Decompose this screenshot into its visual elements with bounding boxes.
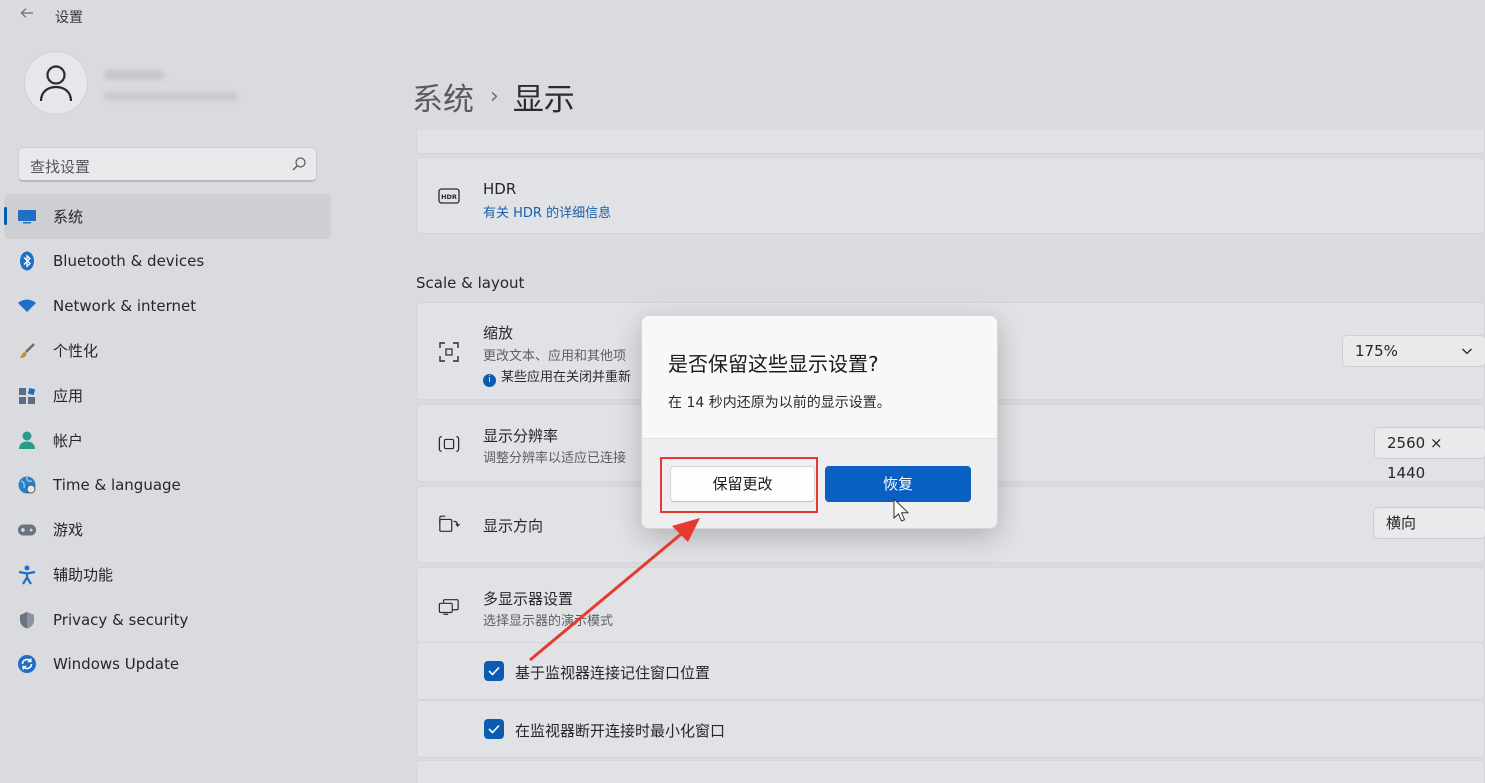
sidebar-item-label: Windows Update [53,655,180,674]
scale-title: 缩放 [483,324,514,342]
minimize-window-row: 在监视器断开连接时最小化窗口 [416,700,1485,758]
scale-icon [438,341,460,363]
resolution-description: 调整分辨率以适应已连接 [483,451,627,466]
hdr-title: HDR [483,180,517,198]
svg-text:HDR: HDR [441,193,457,201]
minimize-window-label: 在监视器断开连接时最小化窗口 [515,722,726,740]
resolution-dropdown[interactable]: 2560 × 1440 [1374,427,1485,482]
multi-display-description: 选择显示器的演示模式 [483,614,614,629]
avatar[interactable] [24,51,88,115]
brush-icon [17,341,37,361]
scale-value: 175% [1355,342,1398,360]
annotation-highlight-box [660,457,818,513]
card-partial-bottom [416,760,1485,783]
breadcrumb: 系统 › 显示 [412,74,575,119]
settings-window: 设置 查找设置 系统 Bluetooth & devices Network &… [0,0,1485,783]
display-icon [17,206,37,226]
sidebar-item-label: 系统 [53,207,84,226]
accessibility-icon [17,565,37,585]
bluetooth-icon [17,251,37,271]
sidebar-item-bluetooth[interactable]: Bluetooth & devices [4,239,331,284]
sidebar-item-accessibility[interactable]: 辅助功能 [4,552,331,597]
hdr-icon: HDR [438,185,460,207]
resolution-icon [438,433,460,455]
resolution-title: 显示分辨率 [483,427,559,445]
multi-display-title: 多显示器设置 [483,590,574,608]
sidebar-item-apps[interactable]: 应用 [4,373,331,418]
person-icon [17,430,37,450]
sidebar-item-label: Bluetooth & devices [53,252,205,271]
shield-icon [17,610,37,630]
breadcrumb-parent[interactable]: 系统 [412,74,474,119]
breadcrumb-separator: › [490,84,499,109]
sidebar-item-personalization[interactable]: 个性化 [4,328,331,373]
orientation-title: 显示方向 [483,517,544,535]
apps-icon [17,386,37,406]
sidebar-item-label: Privacy & security [53,610,189,629]
sidebar-item-gaming[interactable]: 游戏 [4,508,331,553]
search-icon [292,157,306,171]
scale-dropdown[interactable]: 175% [1342,335,1485,367]
multi-display-icon [438,596,460,618]
scale-description: 更改文本、应用和其他项 [483,349,627,364]
sidebar-item-accounts[interactable]: 帐户 [4,418,331,463]
profile-name-blurred [104,70,164,80]
search-input[interactable]: 查找设置 [18,147,317,182]
gamepad-icon [17,520,37,540]
title-bar: 设置 [0,0,1485,32]
sidebar-item-system[interactable]: 系统 [4,194,331,239]
section-heading: Scale & layout [416,274,525,292]
scale-info-note: i 某些应用在关闭并重新 [483,366,631,387]
sidebar-item-label: Time & language [53,476,181,495]
dialog-message: 在 14 秒内还原为以前的显示设置。 [668,395,891,411]
search-placeholder: 查找设置 [30,158,91,176]
page-title: 显示 [512,82,575,118]
back-arrow-icon[interactable] [16,4,38,26]
wifi-icon [17,296,37,316]
sidebar-item-label: 个性化 [53,342,99,361]
app-title: 设置 [55,10,83,26]
sidebar-item-label: Network & internet [53,296,197,315]
orientation-dropdown[interactable]: 横向 [1373,507,1485,539]
sidebar-item-label: 游戏 [53,521,84,540]
sidebar-item-windows-update[interactable]: Windows Update [4,642,331,687]
update-icon [17,654,37,674]
person-icon [39,65,73,102]
multi-display-card[interactable]: 多显示器设置 选择显示器的演示模式 [416,567,1485,643]
sidebar-nav: 系统 Bluetooth & devices Network & interne… [4,194,331,687]
sidebar-item-network[interactable]: Network & internet [4,284,331,329]
check-icon [488,666,500,676]
orientation-value: 横向 [1386,514,1417,532]
remember-window-row: 基于监视器连接记住窗口位置 [416,642,1485,700]
sidebar-item-label: 辅助功能 [53,566,114,585]
info-icon: i [483,374,496,387]
globe-clock-icon [17,475,37,495]
sidebar-item-time-language[interactable]: Time & language [4,463,331,508]
orientation-icon [438,513,460,535]
profile-email-blurred [104,92,238,101]
resolution-value: 2560 × 1440 [1387,434,1443,482]
sidebar-item-label: 应用 [53,387,84,406]
card-partial-top [416,130,1485,154]
check-icon [488,724,500,734]
remember-window-label: 基于监视器连接记住窗口位置 [515,664,711,682]
minimize-window-checkbox[interactable] [484,719,504,739]
hdr-card[interactable]: HDR HDR 有关 HDR 的详细信息 [416,157,1485,234]
revert-button[interactable]: 恢复 [825,466,971,502]
sidebar-item-label: 帐户 [53,431,84,450]
sidebar-item-privacy-security[interactable]: Privacy & security [4,597,331,642]
dialog-title: 是否保留这些显示设置? [668,352,879,376]
mouse-pointer-icon [893,498,910,522]
remember-window-checkbox[interactable] [484,661,504,681]
hdr-learn-more-link[interactable]: 有关 HDR 的详细信息 [483,202,611,221]
chevron-down-icon [1462,348,1472,355]
